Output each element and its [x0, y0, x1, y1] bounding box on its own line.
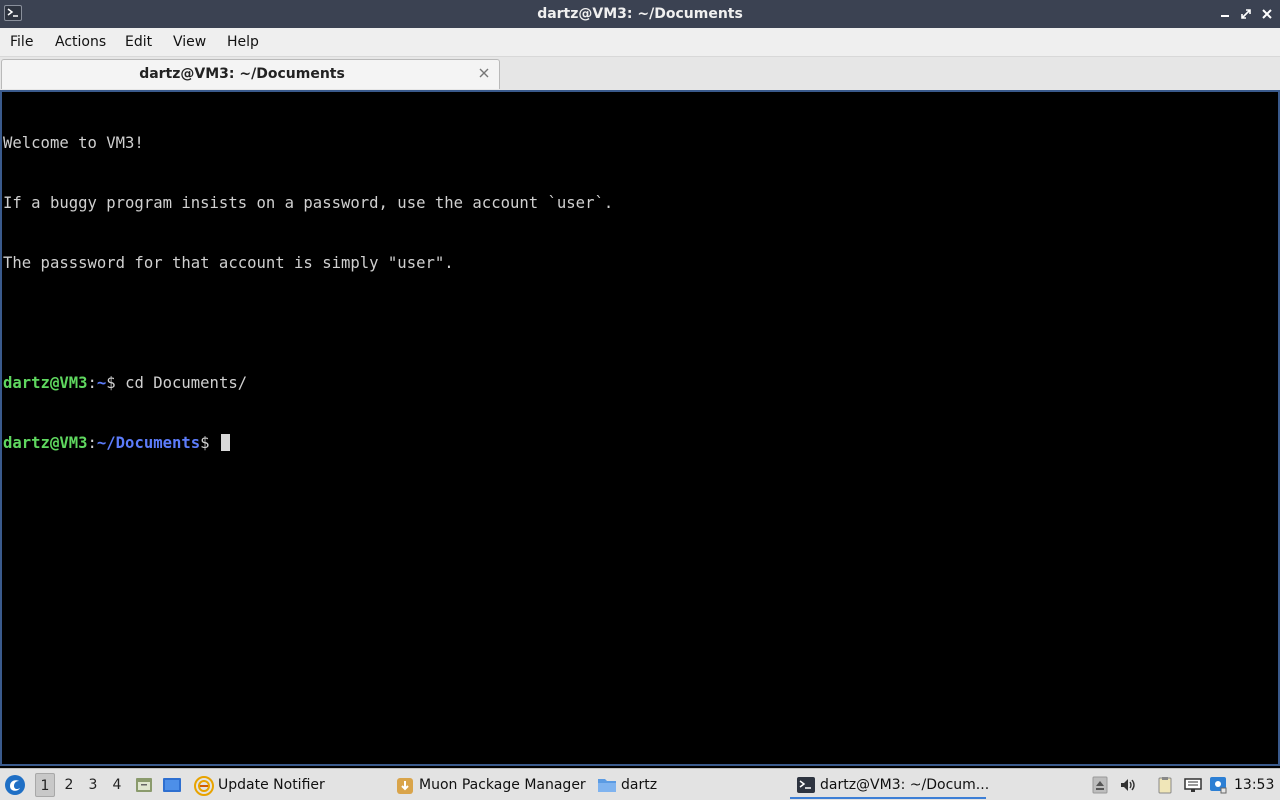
prompt-separator: : [87, 434, 97, 452]
prompt-command: cd Documents/ [125, 374, 248, 392]
workspace-2[interactable]: 2 [59, 773, 79, 797]
prompt-symbol: $ [106, 374, 126, 392]
tab-close-icon[interactable] [477, 66, 491, 80]
menu-file[interactable]: File [10, 28, 33, 57]
file-manager-icon[interactable] [134, 776, 154, 794]
tab-bar: dartz@VM3: ~/Documents [0, 57, 1280, 90]
task-label: dartz [621, 777, 658, 793]
minimize-icon[interactable] [1218, 7, 1232, 21]
network-icon[interactable] [1184, 776, 1202, 794]
task-label: Update Notifier [218, 777, 325, 793]
motd-line: Welcome to VM3! [3, 134, 144, 152]
terminal-view[interactable]: Welcome to VM3! If a buggy program insis… [0, 90, 1280, 766]
window-titlebar[interactable]: dartz@VM3: ~/Documents [0, 0, 1280, 28]
workspace-3[interactable]: 3 [83, 773, 103, 797]
terminal-icon [796, 776, 816, 794]
prompt-path: ~ [96, 374, 107, 392]
update-tray-icon[interactable] [1209, 776, 1227, 794]
terminal-output: Welcome to VM3! If a buggy program insis… [3, 93, 613, 493]
text-cursor [220, 434, 230, 451]
show-desktop-icon[interactable] [162, 776, 182, 794]
prompt-line: dartz@VM3:~/Documents$ [3, 433, 613, 453]
prompt-user-host: dartz@VM3 [3, 374, 88, 392]
package-manager-icon [395, 776, 415, 794]
menu-actions[interactable]: Actions [55, 28, 106, 57]
menu-help[interactable]: Help [227, 28, 259, 57]
folder-icon [597, 776, 617, 794]
motd-line: The passsword for that account is simply… [3, 254, 454, 272]
eject-icon[interactable] [1091, 776, 1109, 794]
task-update-notifier[interactable]: Update Notifier [194, 769, 384, 800]
motd-line: If a buggy program insists on a password… [3, 194, 614, 212]
prompt-separator: : [87, 374, 97, 392]
close-icon[interactable] [1260, 7, 1274, 21]
task-muon-package-manager[interactable]: Muon Package Manager [395, 769, 590, 800]
prompt-symbol: $ [200, 434, 219, 452]
active-task-indicator [790, 797, 986, 799]
window-title: dartz@VM3: ~/Documents [537, 6, 743, 22]
volume-icon[interactable] [1119, 776, 1137, 794]
prompt-user-host: dartz@VM3 [3, 434, 88, 452]
workspace-1[interactable]: 1 [35, 773, 55, 797]
task-file-manager-dartz[interactable]: dartz [597, 769, 782, 800]
menu-view[interactable]: View [173, 28, 206, 57]
maximize-icon[interactable] [1239, 7, 1253, 21]
start-menu-icon[interactable] [4, 774, 26, 796]
menu-edit[interactable]: Edit [125, 28, 152, 57]
task-label: Muon Package Manager [419, 777, 586, 793]
update-notifier-icon [194, 776, 214, 796]
clipboard-icon[interactable] [1156, 776, 1174, 794]
workspace-4[interactable]: 4 [107, 773, 127, 797]
task-terminal[interactable]: dartz@VM3: ~/Docum... [790, 769, 990, 800]
clock[interactable]: 13:53 [1234, 769, 1274, 800]
prompt-path: ~/Documents [96, 434, 201, 452]
tab-label: dartz@VM3: ~/Documents [139, 66, 345, 82]
prompt-line: dartz@VM3:~$ cd Documents/ [3, 373, 613, 393]
terminal-tab[interactable]: dartz@VM3: ~/Documents [1, 59, 500, 89]
task-label: dartz@VM3: ~/Docum... [820, 777, 990, 793]
menu-bar: File Actions Edit View Help [0, 28, 1280, 57]
taskbar: 1 2 3 4 Update Notifier Muon Package Man… [0, 768, 1280, 800]
